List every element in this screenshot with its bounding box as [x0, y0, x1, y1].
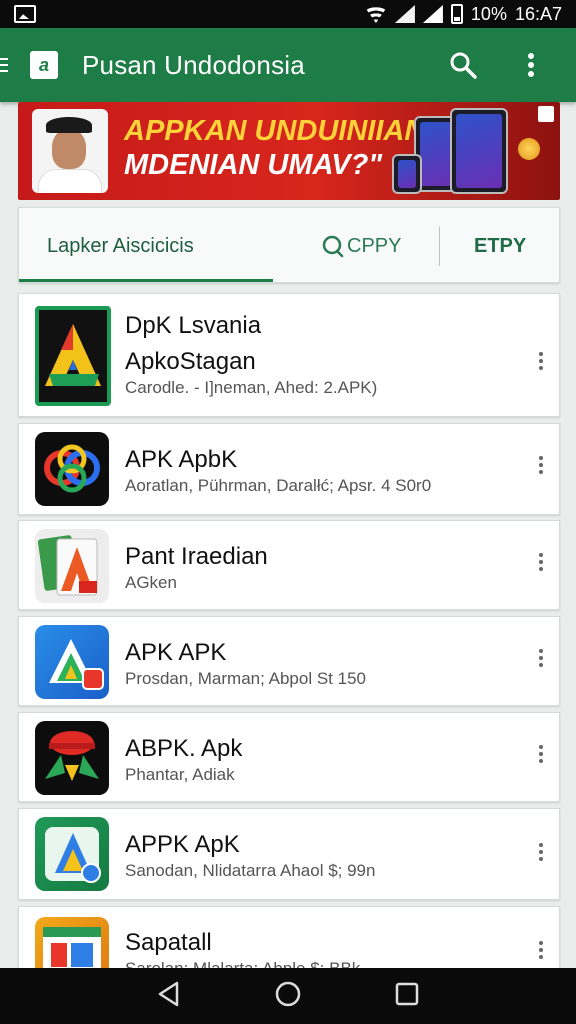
more-options-icon[interactable] — [537, 649, 545, 667]
status-time: 16:A7 — [514, 3, 562, 24]
more-options-icon[interactable] — [537, 745, 545, 763]
banner-portrait — [32, 109, 108, 193]
app-icon — [35, 721, 109, 795]
tab-etpy[interactable]: ETPY — [474, 208, 526, 284]
list-item[interactable]: Sapatall Sarolan; Mlalarta; Abple $; BBk — [18, 906, 560, 978]
system-nav-bar — [0, 968, 576, 1024]
status-bar: 10% 16:A7 — [0, 0, 576, 28]
tab-label: ETPY — [474, 234, 527, 257]
search-circle-icon — [322, 235, 344, 258]
recents-icon[interactable] — [395, 982, 419, 1011]
signal-icon — [394, 5, 415, 23]
app-icon — [35, 306, 111, 406]
app-icon — [35, 625, 109, 699]
list-item[interactable]: APK APK Prosdan, Marman; Abpol St 150 — [18, 616, 560, 706]
app-meta: Aoratlan, Pührman, Daralłć; Apsr. 4 S0r0 — [125, 476, 432, 495]
list-item[interactable]: ABPK. Apk Phantar, Adiak — [18, 712, 560, 802]
banner-phone-2 — [450, 108, 508, 194]
app-name: Pant Iraedian — [125, 543, 268, 570]
tab-label: Lapker Aiscicicis — [47, 234, 194, 257]
tab-apk-list[interactable]: Lapker Aiscicicis — [47, 208, 194, 284]
app-logo: a — [30, 51, 58, 79]
app-icon — [35, 817, 109, 891]
banner-line-1: APPKAN UNDUINIIAN — [124, 115, 426, 147]
app-meta: Carodle. - I]neman, Ahed: 2.APK) — [125, 378, 378, 397]
app-name-line2: ApkoStagan — [125, 348, 256, 375]
list-item[interactable]: Pant Iraedian AGken — [18, 520, 560, 610]
app-name: DpK Lsvania — [125, 312, 262, 339]
category-tabs: Lapker Aiscicicis CPPY ETPY — [18, 207, 560, 283]
app-icon — [35, 432, 109, 506]
more-options-icon[interactable] — [537, 843, 545, 861]
more-options-icon[interactable] — [537, 352, 545, 370]
more-options-icon[interactable] — [537, 456, 545, 474]
app-meta: Phantar, Adiak — [125, 765, 235, 784]
search-icon[interactable] — [448, 50, 478, 80]
banner-coin — [518, 138, 540, 160]
home-icon[interactable] — [274, 980, 302, 1013]
battery-percent: 10% — [470, 3, 507, 24]
app-bar: a Pusan Undodonsia — [0, 28, 576, 102]
tab-divider — [439, 226, 440, 266]
tab-label: CPPY — [347, 234, 402, 257]
more-options-icon[interactable] — [537, 553, 545, 571]
app-name: APK APK — [125, 639, 227, 666]
drawer-menu-icon[interactable] — [0, 64, 8, 66]
app-meta: Sanodan, Nlidatarra Ahaol $; 99n — [125, 861, 376, 880]
overflow-menu-icon[interactable] — [516, 50, 546, 80]
gallery-notification-icon — [14, 5, 36, 23]
back-icon[interactable] — [157, 981, 181, 1012]
signal-icon-2 — [422, 5, 443, 23]
banner-phone-3 — [392, 154, 422, 194]
app-name: Sapatall — [125, 929, 212, 956]
list-item[interactable]: APK ApbK Aoratlan, Pührman, Daralłć; Aps… — [18, 423, 560, 515]
app-name: ABPK. Apk — [125, 735, 243, 762]
wifi-icon — [365, 5, 387, 23]
more-options-icon[interactable] — [537, 941, 545, 959]
app-name: APK ApbK — [125, 446, 238, 473]
banner-badge — [538, 106, 554, 122]
banner-headline: APPKAN UNDUINIIAN MDENIAN UMAV?" — [124, 114, 425, 182]
app-meta: Prosdan, Marman; Abpol St 150 — [125, 669, 366, 688]
list-item[interactable]: APPK ApK Sanodan, Nlidatarra Ahaol $; 99… — [18, 808, 560, 900]
tab-copy[interactable]: CPPY — [321, 208, 401, 284]
active-tab-indicator — [19, 279, 273, 282]
app-name: APPK ApK — [125, 831, 240, 858]
app-meta: AGken — [125, 573, 177, 592]
banner-line-2: MDENIAN UMAV?" — [124, 149, 383, 181]
promo-banner[interactable]: APPKAN UNDUINIIAN MDENIAN UMAV?" — [18, 102, 560, 200]
list-item[interactable]: DpK Lsvania ApkoStagan Carodle. - I]nema… — [18, 293, 560, 417]
battery-icon — [450, 4, 463, 24]
app-title: Pusan Undodonsia — [82, 49, 305, 80]
app-icon — [35, 529, 109, 603]
